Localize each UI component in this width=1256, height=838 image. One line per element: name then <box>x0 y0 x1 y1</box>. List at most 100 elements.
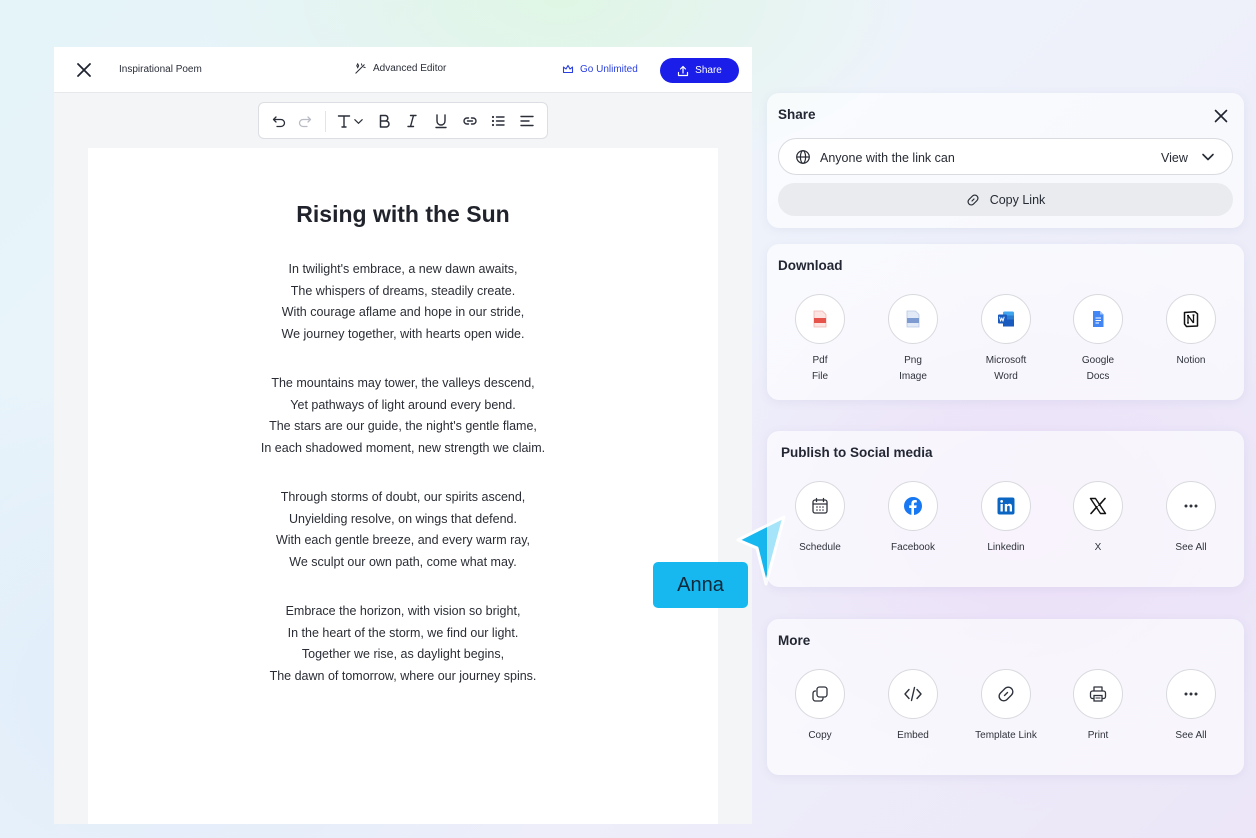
editor-top-bar: Inspirational Poem Advanced Editor Go Un… <box>54 47 752 93</box>
italic-button[interactable] <box>403 112 421 130</box>
notion-icon <box>1183 311 1199 328</box>
copy-link-label: Copy Link <box>989 192 1046 207</box>
share-button[interactable]: Share <box>660 58 739 83</box>
poem-line: The whispers of dreams, steadily create. <box>290 283 516 298</box>
italic-icon <box>407 114 417 128</box>
print-button[interactable]: Print <box>1058 669 1138 744</box>
png-image-icon <box>906 310 920 328</box>
poem-stanza: The mountains may tower, the valleys des… <box>88 373 718 459</box>
poem-line: Through storms of doubt, our spirits asc… <box>280 490 526 504</box>
poem-line: Unyielding resolve, on wings that defend… <box>289 511 517 526</box>
template-link-button[interactable]: Template Link <box>966 669 1046 744</box>
link-icon <box>998 686 1014 702</box>
schedule-button[interactable]: Schedule <box>780 481 860 556</box>
chevron-down-icon <box>1202 153 1214 161</box>
poem-stanza: In twilight's embrace, a new dawn awaits… <box>88 259 718 345</box>
poem-line: In the heart of the storm, we find our l… <box>287 625 519 640</box>
download-word-label: Microsoft Word <box>986 353 1027 385</box>
poem-line: In twilight's embrace, a new dawn awaits… <box>288 262 518 276</box>
copy-button[interactable]: Copy <box>780 669 860 744</box>
globe-icon <box>796 150 810 164</box>
embed-icon-circle <box>888 669 938 719</box>
calendar-icon <box>812 497 828 514</box>
download-pdf-button[interactable]: Pdf File <box>780 294 860 385</box>
linkedin-icon-circle <box>981 481 1031 531</box>
bold-button[interactable] <box>375 112 393 130</box>
collaborator-name-tag: Anna <box>653 562 748 608</box>
embed-label: Embed <box>897 730 929 741</box>
document-page[interactable]: Rising with the Sun In twilight's embrac… <box>88 148 718 824</box>
poem-stanza: Through storms of doubt, our spirits asc… <box>88 487 718 573</box>
advanced-editor-button[interactable]: Advanced Editor <box>354 62 446 75</box>
more-see-all-circle <box>1166 669 1216 719</box>
microsoft-word-icon <box>998 311 1014 327</box>
x-label: X <box>1094 542 1102 553</box>
download-title: Download <box>778 258 843 273</box>
poem-line: We sculpt our own path, come what may. <box>289 554 517 569</box>
go-unlimited-button[interactable]: Go Unlimited <box>562 63 638 75</box>
align-button[interactable] <box>518 112 536 130</box>
poem-line: Embrace the horizon, with vision so brig… <box>285 604 521 618</box>
share-panel: Share Anyone with the link can View Copy… <box>767 93 1244 228</box>
poem-line: With courage aflame and hope in our stri… <box>281 305 525 319</box>
copy-icon-circle <box>795 669 845 719</box>
copy-icon <box>812 686 828 702</box>
redo-button[interactable] <box>296 112 314 130</box>
word-icon-circle <box>981 294 1031 344</box>
copy-link-button[interactable]: Copy Link <box>778 183 1233 216</box>
download-png-button[interactable]: Png Image <box>873 294 953 385</box>
undo-button[interactable] <box>270 112 288 130</box>
share-panel-title: Share <box>778 107 816 122</box>
poem-line: With each gentle breeze, and every warm … <box>275 533 531 547</box>
png-icon-circle <box>888 294 938 344</box>
download-options: Pdf File Png Image Microsoft Word Google… <box>767 294 1244 394</box>
align-left-icon <box>520 115 534 127</box>
editor-window: Inspirational Poem Advanced Editor Go Un… <box>54 47 752 824</box>
link-button[interactable] <box>461 112 479 130</box>
download-google-docs-label: Google Docs <box>1082 353 1114 385</box>
text-style-button[interactable] <box>335 112 353 130</box>
link-access-select[interactable]: Anyone with the link can View <box>778 138 1233 175</box>
download-google-docs-button[interactable]: Google Docs <box>1058 294 1138 385</box>
magic-wand-icon <box>355 62 366 74</box>
social-see-all-button[interactable]: See All <box>1151 481 1231 556</box>
document-name[interactable]: Inspirational Poem <box>119 64 202 75</box>
download-png-line2: Image <box>899 371 927 382</box>
embed-button[interactable]: Embed <box>873 669 953 744</box>
toolbar-divider <box>325 111 326 132</box>
download-docs-line2: Docs <box>1086 371 1110 382</box>
underline-button[interactable] <box>432 112 450 130</box>
schedule-icon-circle <box>795 481 845 531</box>
x-button[interactable]: X <box>1058 481 1138 556</box>
social-title: Publish to Social media <box>781 445 933 460</box>
google-docs-icon <box>1093 311 1104 327</box>
pdf-icon-circle <box>795 294 845 344</box>
more-dots-icon <box>1184 692 1198 696</box>
linkedin-button[interactable]: Linkedin <box>966 481 1046 556</box>
more-see-all-button[interactable]: See All <box>1151 669 1231 744</box>
poem-line: We journey together, with hearts open wi… <box>281 326 525 341</box>
close-icon[interactable] <box>1213 108 1229 124</box>
facebook-button[interactable]: Facebook <box>873 481 953 556</box>
copy-label: Copy <box>808 730 832 741</box>
go-unlimited-label: Go Unlimited <box>580 63 638 75</box>
bullet-list-button[interactable] <box>489 112 507 130</box>
google-docs-icon-circle <box>1073 294 1123 344</box>
poem-line: Together we rise, as daylight begins, <box>301 647 505 661</box>
poem-line: The mountains may tower, the valleys des… <box>271 376 535 390</box>
printer-icon <box>1089 686 1107 702</box>
download-word-line2: Word <box>994 371 1018 382</box>
download-word-button[interactable]: Microsoft Word <box>966 294 1046 385</box>
download-png-line1: Png <box>904 355 922 366</box>
x-logo-icon <box>1089 497 1107 515</box>
download-png-label: Png Image <box>899 353 927 385</box>
upload-icon <box>678 65 689 76</box>
close-icon[interactable] <box>75 61 93 79</box>
social-options: Schedule Facebook Linkedin X See All <box>767 481 1244 581</box>
social-see-all-label: See All <box>1175 542 1207 553</box>
text-style-dropdown[interactable] <box>352 112 364 130</box>
link-access-text: Anyone with the link can <box>820 151 955 165</box>
poem-title: Rising with the Sun <box>296 201 510 227</box>
download-notion-button[interactable]: Notion <box>1151 294 1231 369</box>
print-icon-circle <box>1073 669 1123 719</box>
